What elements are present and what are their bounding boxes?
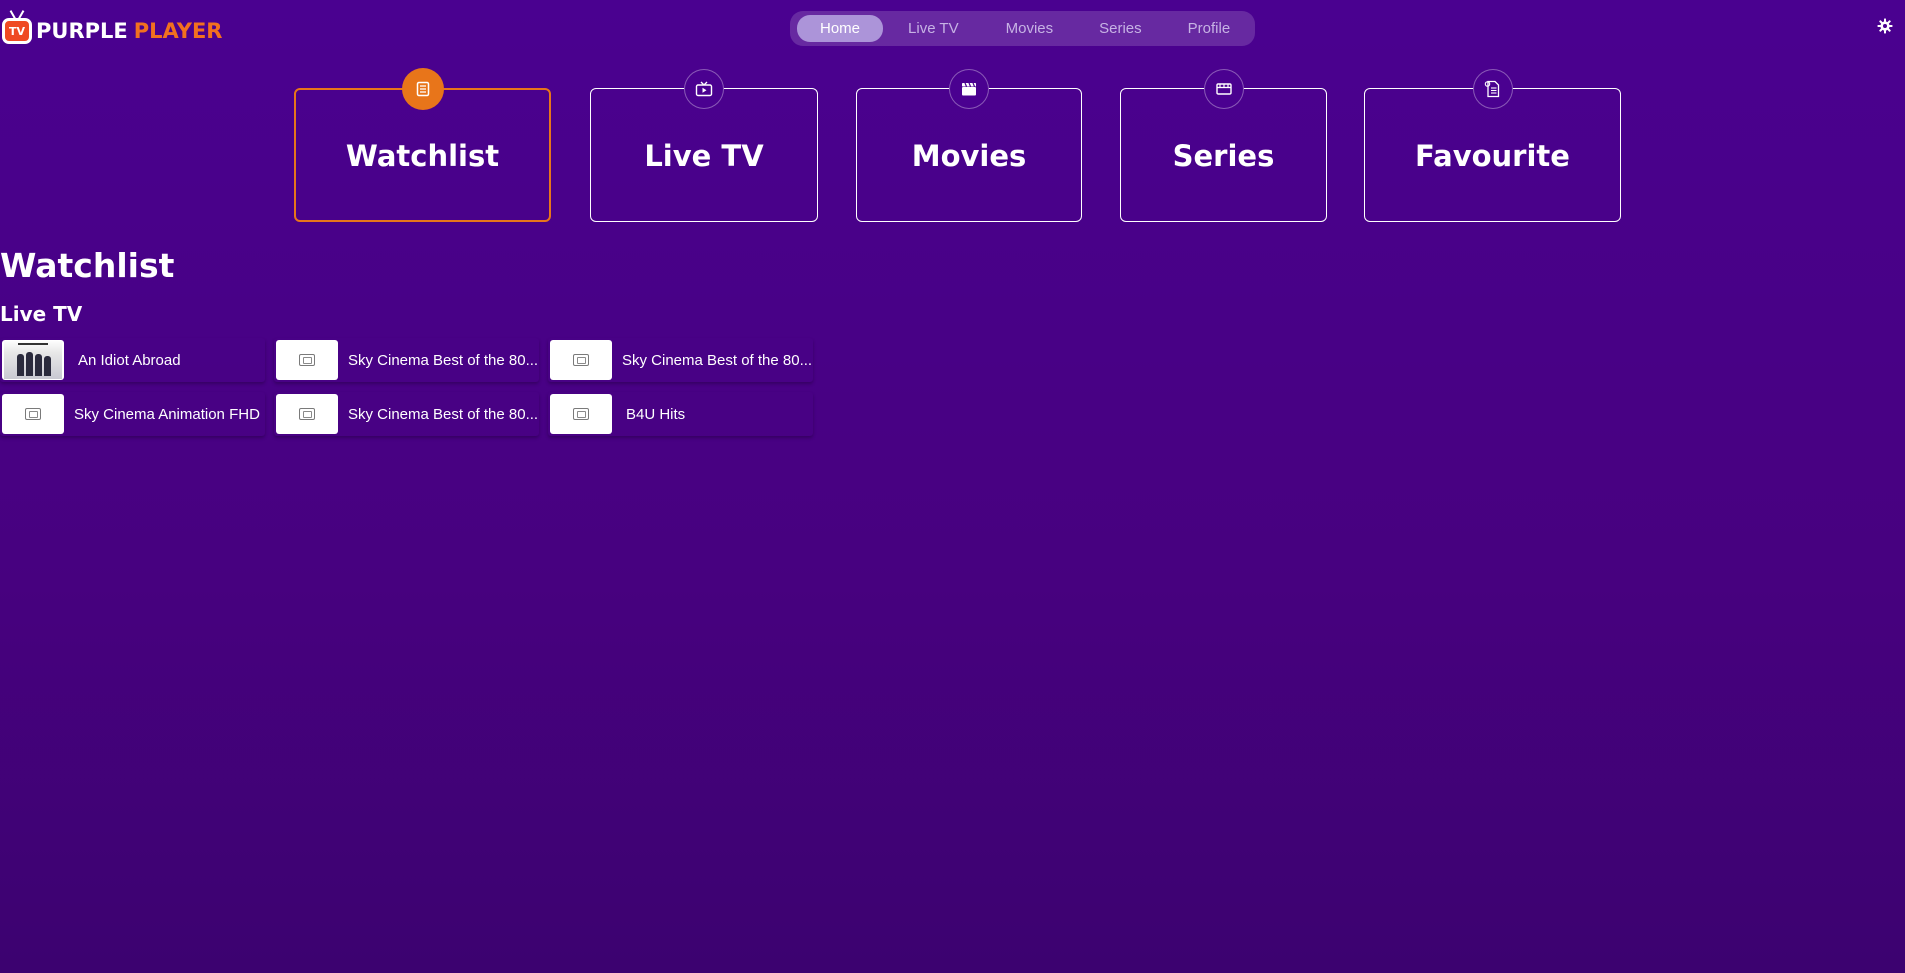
app-root: TV PURPLE PLAYER Home Live TV Movies Seri…: [0, 0, 1905, 973]
nav-series[interactable]: Series: [1077, 15, 1164, 42]
channel-thumbnail: [550, 340, 612, 380]
watchlist-heading: Watchlist: [0, 246, 175, 285]
item-label: Sky Cinema Best of the 80...: [348, 351, 539, 369]
film-icon: [1203, 69, 1244, 109]
brand-logo[interactable]: TV PURPLE PLAYER: [2, 12, 222, 44]
poster-image: [4, 341, 62, 379]
channel-thumbnail: [2, 340, 64, 380]
category-card-watchlist[interactable]: Watchlist: [294, 68, 551, 222]
category-card-live-tv[interactable]: Live TV: [590, 69, 818, 222]
list-icon: [401, 68, 444, 110]
category-title: Favourite: [1415, 139, 1570, 173]
placeholder-icon: [299, 354, 315, 366]
logo-tv-text: TV: [8, 24, 26, 38]
live-tv-subheading: Live TV: [0, 302, 83, 326]
channel-thumbnail: [276, 340, 338, 380]
category-title: Watchlist: [345, 139, 500, 173]
item-label: Sky Cinema Best of the 80...: [348, 405, 539, 423]
watchlist-item[interactable]: B4U Hits: [548, 392, 813, 436]
gear-icon[interactable]: [1877, 18, 1893, 34]
category-title: Movies: [911, 139, 1027, 173]
watchlist-item[interactable]: Sky Cinema Best of the 80...: [548, 338, 813, 382]
category-title: Live TV: [644, 139, 764, 173]
category-title: Series: [1172, 139, 1275, 173]
logo-word-purple: PURPLE: [36, 19, 128, 43]
watchlist-item[interactable]: An Idiot Abroad: [0, 338, 265, 382]
item-label: An Idiot Abroad: [78, 351, 181, 369]
channel-thumbnail: [550, 394, 612, 434]
clapperboard-icon: [949, 69, 989, 109]
logo-word-player: PLAYER: [133, 19, 223, 43]
nav-movies[interactable]: Movies: [984, 15, 1076, 42]
document-list-icon: [1472, 69, 1513, 109]
item-label: Sky Cinema Animation FHD: [74, 405, 260, 423]
category-card-series[interactable]: Series: [1120, 69, 1327, 222]
placeholder-icon: [299, 408, 315, 420]
placeholder-icon: [573, 408, 589, 420]
channel-thumbnail: [2, 394, 64, 434]
nav-live-tv[interactable]: Live TV: [885, 15, 982, 42]
category-card-movies[interactable]: Movies: [856, 69, 1082, 222]
watchlist-item[interactable]: Sky Cinema Animation FHD: [0, 392, 265, 436]
nav-home[interactable]: Home: [797, 15, 884, 42]
item-label: B4U Hits: [626, 405, 686, 423]
logo-wordmark: PURPLE PLAYER: [36, 19, 222, 43]
item-label: Sky Cinema Best of the 80...: [622, 351, 813, 369]
category-card-favourite[interactable]: Favourite: [1364, 69, 1621, 222]
channel-thumbnail: [276, 394, 338, 434]
nav-profile[interactable]: Profile: [1166, 15, 1253, 42]
tv-play-icon: [684, 69, 724, 109]
tv-logo-icon: TV: [2, 18, 32, 44]
top-nav: Home Live TV Movies Series Profile: [790, 11, 1255, 46]
watchlist-item[interactable]: Sky Cinema Best of the 80...: [274, 392, 539, 436]
watchlist-item[interactable]: Sky Cinema Best of the 80...: [274, 338, 539, 382]
placeholder-icon: [25, 408, 41, 420]
placeholder-icon: [573, 354, 589, 366]
